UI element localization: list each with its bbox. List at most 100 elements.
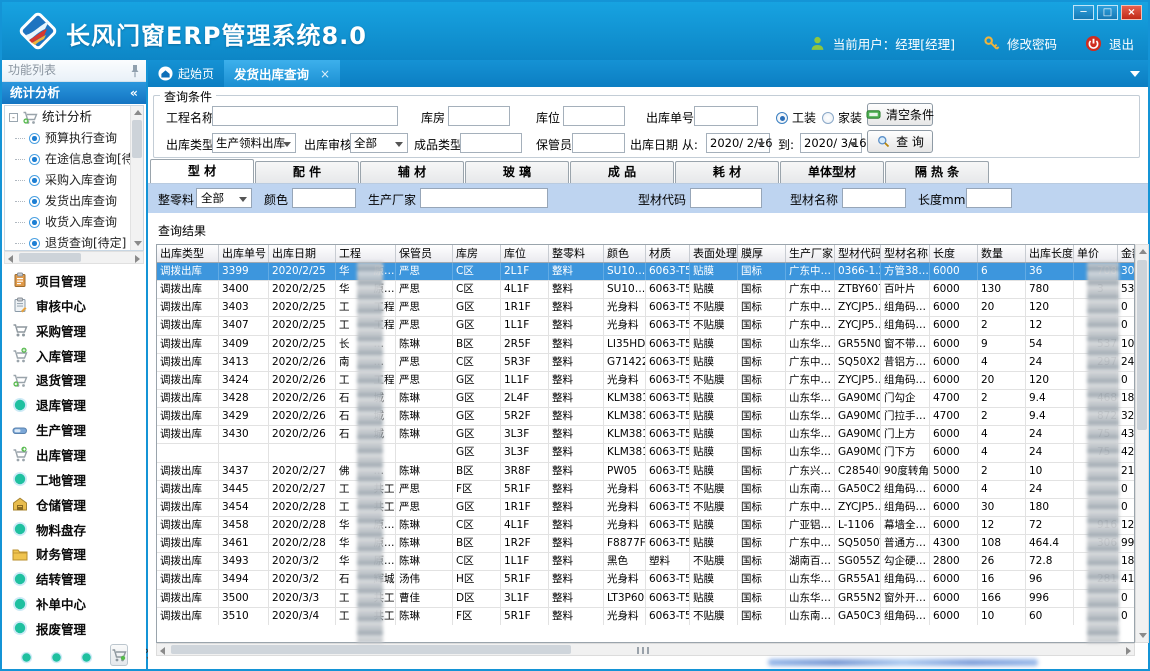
scroll-left-icon[interactable]: [8, 255, 13, 263]
whole-combo[interactable]: 全部: [196, 188, 252, 208]
tree-hscroll-thumb[interactable]: [19, 253, 81, 262]
search-button[interactable]: 查 询: [867, 130, 933, 153]
teal-dot-icon[interactable]: [80, 649, 93, 662]
maker-input[interactable]: [420, 188, 548, 208]
keeper-input[interactable]: [572, 133, 625, 153]
column-header-11[interactable]: 膜厚: [738, 245, 786, 262]
scroll-right-icon[interactable]: [135, 255, 140, 263]
order-no-input[interactable]: [694, 106, 758, 126]
sidebar-item-9[interactable]: 仓储管理: [12, 492, 146, 516]
out-type-combo[interactable]: 生产领料出库: [212, 133, 296, 153]
maximize-button[interactable]: □: [1097, 5, 1118, 20]
material-tab-4[interactable]: 成 品: [570, 161, 674, 183]
column-header-14[interactable]: 型材名称: [881, 245, 930, 262]
scroll-right-icon[interactable]: [1126, 647, 1131, 655]
location-input[interactable]: [563, 106, 625, 126]
length-input[interactable]: [966, 188, 1012, 208]
table-hscroll-thumb[interactable]: [171, 645, 571, 654]
collapse-icon[interactable]: «: [130, 82, 138, 104]
sidebar-item-5[interactable]: 退库管理: [12, 393, 146, 417]
tree-item-1[interactable]: 在途信息查询[待定]: [5, 149, 130, 170]
teal-dot-icon[interactable]: [20, 649, 33, 662]
tree-vertical-scrollbar[interactable]: [130, 106, 143, 250]
sidebar-item-6[interactable]: 生产管理: [12, 418, 146, 442]
material-tab-1[interactable]: 配 件: [255, 161, 359, 183]
tree-root-statistics[interactable]: -统计分析: [5, 106, 130, 128]
code-input[interactable]: [690, 188, 762, 208]
column-header-15[interactable]: 长度: [930, 245, 978, 262]
scroll-up-icon[interactable]: [134, 110, 142, 115]
sidebar-item-3[interactable]: 入库管理: [12, 343, 146, 367]
scroll-left-icon[interactable]: [160, 647, 165, 655]
tree-item-5[interactable]: 退货查询[待定]: [5, 233, 130, 250]
name-input[interactable]: [842, 188, 906, 208]
tree-horizontal-scrollbar[interactable]: [4, 251, 144, 264]
column-header-1[interactable]: 出库单号: [219, 245, 269, 262]
sidebar-item-8[interactable]: 工地管理: [12, 467, 146, 491]
warehouse-input[interactable]: [448, 106, 510, 126]
column-header-4[interactable]: 保管员: [396, 245, 453, 262]
sidebar-item-7[interactable]: 出库管理: [12, 442, 146, 466]
column-header-2[interactable]: 出库日期: [269, 245, 336, 262]
close-button[interactable]: ×: [1121, 5, 1142, 20]
tree-item-0[interactable]: 预算执行查询: [5, 128, 130, 149]
tree-expand-toggle[interactable]: -: [9, 113, 18, 122]
sidebar-item-10[interactable]: 物料盘存: [12, 517, 146, 541]
column-header-17[interactable]: 出库长度: [1026, 245, 1074, 262]
table-row[interactable]: 调拨出库34132020/2/26南…严思C区5R3F整料G714226063-…: [157, 354, 1134, 372]
date-from-picker[interactable]: 2020/ 2/16: [706, 133, 770, 153]
column-header-10[interactable]: 表面处理: [690, 245, 738, 262]
table-row[interactable]: 调拨出库35102020/3/4工共工程陈琳F区5R1F整料光身料6063-T5…: [157, 608, 1134, 625]
column-header-12[interactable]: 生产厂家: [786, 245, 835, 262]
radio-jiazhuang[interactable]: 家装: [822, 109, 862, 126]
column-header-18[interactable]: 单价: [1074, 245, 1118, 262]
tree-item-3[interactable]: 发货出库查询: [5, 191, 130, 212]
tab-shipment-outbound-query[interactable]: 发货出库查询 ×: [224, 60, 340, 87]
table-row[interactable]: 调拨出库34002020/2/25华原…严思C区4L1F整料SU10…6063-…: [157, 281, 1134, 299]
table-row[interactable]: 调拨出库34072020/2/25工工程严思G区1L1F整料光身料6063-T5…: [157, 317, 1134, 335]
project-name-input[interactable]: [212, 106, 398, 126]
table-row[interactable]: 调拨出库34932020/3/2华原…陈琳C区1L1F整料黑色塑料不贴膜国标湖南…: [157, 553, 1134, 571]
table-row[interactable]: 调拨出库34542020/2/28工共工程严思G区1R1F整料光身料6063-T…: [157, 499, 1134, 517]
column-header-16[interactable]: 数量: [978, 245, 1026, 262]
table-row[interactable]: 调拨出库34452020/2/27工共工程严思F区5R1F整料光身料6063-T…: [157, 481, 1134, 499]
scroll-down-icon[interactable]: [134, 241, 142, 246]
sidebar-item-4[interactable]: 退货管理: [12, 368, 146, 392]
material-tab-7[interactable]: 隔 热 条: [885, 161, 989, 183]
radio-gongzhuang[interactable]: 工装: [776, 109, 816, 126]
column-header-5[interactable]: 库房: [453, 245, 501, 262]
table-row[interactable]: G区3L3F整料KLM38176063-T5贴膜国标山东华…GA90M09.门下…: [157, 444, 1134, 462]
table-row[interactable]: 调拨出库34372020/2/27佛…陈琳B区3R8F整料PW056063-T5…: [157, 463, 1134, 481]
scroll-up-icon[interactable]: [1139, 249, 1147, 254]
material-tab-6[interactable]: 单体型材: [780, 161, 884, 183]
tab-close-icon[interactable]: ×: [320, 67, 330, 81]
sidebar-item-11[interactable]: 财务管理: [12, 542, 146, 566]
table-row[interactable]: 调拨出库34582020/2/28华原…陈琳C区4L1F整料光身料6063-T5…: [157, 517, 1134, 535]
material-tab-5[interactable]: 耗 材: [675, 161, 779, 183]
sidebar-item-1[interactable]: 审核中心: [12, 293, 146, 317]
tree-item-2[interactable]: 采购入库查询: [5, 170, 130, 191]
audit-combo[interactable]: 全部: [350, 133, 408, 153]
column-header-6[interactable]: 库位: [501, 245, 549, 262]
scroll-down-icon[interactable]: [1139, 633, 1147, 638]
column-header-19[interactable]: 金额: [1118, 245, 1135, 262]
table-row[interactable]: 调拨出库34302020/2/26石城陈琳G区3L3F整料KLM38176063…: [157, 426, 1134, 444]
table-row[interactable]: 调拨出库34292020/2/26石城陈琳G区5R2F整料KLM38176063…: [157, 408, 1134, 426]
column-header-8[interactable]: 颜色: [604, 245, 646, 262]
tree-item-4[interactable]: 收货入库查询: [5, 212, 130, 233]
table-row[interactable]: 调拨出库34282020/2/26石城陈琳G区2L4F整料KLM38176063…: [157, 390, 1134, 408]
table-row[interactable]: 调拨出库33992020/2/25华原…严思C区2L1F整料SU10…6063-…: [157, 263, 1134, 281]
table-row[interactable]: 调拨出库34032020/2/25工工程严思G区1R1F整料光身料6063-T5…: [157, 299, 1134, 317]
tree-scroll-thumb[interactable]: [132, 120, 142, 158]
table-row[interactable]: 调拨出库34612020/2/28华原…陈琳B区1R2F整料F8877FT606…: [157, 535, 1134, 553]
column-header-9[interactable]: 材质: [646, 245, 690, 262]
sidebar-item-2[interactable]: 采购管理: [12, 318, 146, 342]
cart-toolbar-button[interactable]: [110, 644, 128, 666]
teal-dot-icon[interactable]: [50, 649, 63, 662]
tab-list-dropdown-icon[interactable]: [1130, 71, 1140, 77]
minimize-button[interactable]: ─: [1073, 5, 1094, 20]
column-header-3[interactable]: 工程: [336, 245, 396, 262]
table-horizontal-scrollbar[interactable]: [156, 643, 1135, 656]
sidebar-item-13[interactable]: 补单中心: [12, 592, 146, 616]
sidebar-item-12[interactable]: 结转管理: [12, 567, 146, 591]
